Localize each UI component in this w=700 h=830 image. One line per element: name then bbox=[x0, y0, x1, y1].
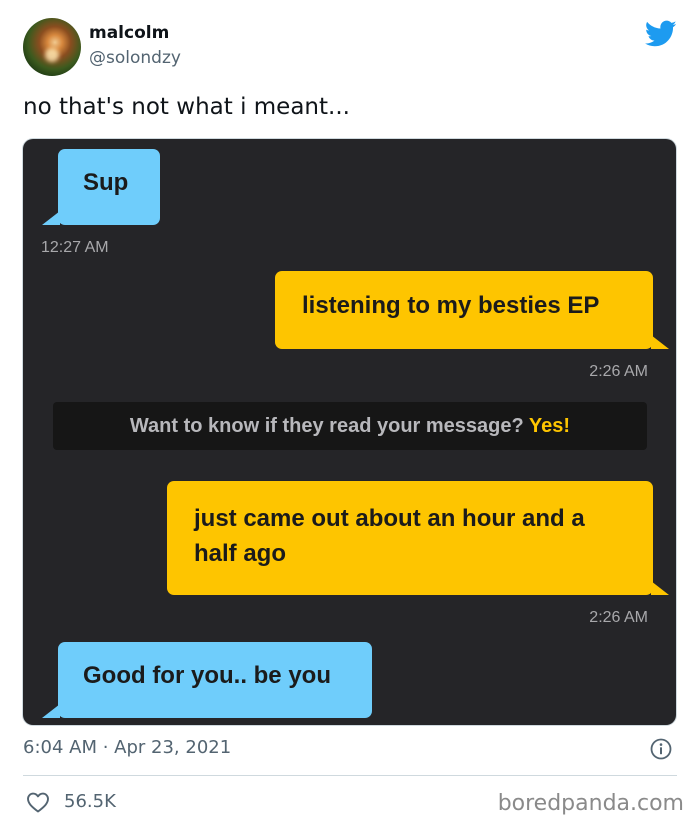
incoming-message-bubble: Good for you.. be you bbox=[42, 642, 372, 718]
bubble-tail bbox=[42, 704, 60, 718]
avatar[interactable] bbox=[23, 18, 81, 76]
user-handle[interactable]: @solondzy bbox=[89, 47, 181, 69]
tweet-timestamp[interactable]: 6:04 AM · Apr 23, 2021 bbox=[23, 736, 231, 760]
message-timestamp: 2:26 AM bbox=[589, 609, 648, 626]
like-count[interactable]: 56.5K bbox=[64, 790, 116, 814]
outgoing-message-bubble: listening to my besties EP bbox=[275, 271, 669, 349]
message-text: Good for you.. be you bbox=[83, 662, 331, 689]
incoming-message-bubble: Sup bbox=[42, 149, 160, 225]
chat-screenshot: Sup 12:27 AM listening to my besties EP … bbox=[23, 139, 676, 725]
message-text: Sup bbox=[83, 169, 129, 196]
bubble-tail bbox=[42, 211, 60, 225]
message-timestamp: 2:26 AM bbox=[589, 363, 648, 380]
info-icon[interactable] bbox=[650, 738, 672, 760]
twitter-bird-icon[interactable] bbox=[645, 20, 677, 48]
avatar-highlight bbox=[45, 48, 59, 62]
user-display-name[interactable]: malcolm bbox=[89, 22, 169, 44]
bubble-tail bbox=[651, 335, 669, 349]
watermark: boredpanda.com bbox=[497, 791, 684, 816]
bubble-tail bbox=[651, 581, 669, 595]
read-receipt-yes-button[interactable]: Yes! bbox=[529, 415, 570, 437]
message-text: listening to my besties EP bbox=[302, 292, 600, 319]
outgoing-message-bubble: just came out about an hour and a half a… bbox=[167, 481, 669, 595]
read-receipt-banner: Want to know if they read your message? … bbox=[53, 402, 647, 450]
message-text: just came out about an hour and a half a… bbox=[194, 505, 585, 567]
footer-divider bbox=[23, 775, 677, 776]
message-timestamp: 12:27 AM bbox=[41, 239, 109, 256]
read-receipt-prompt: Want to know if they read your message? bbox=[129, 415, 524, 437]
heart-icon[interactable] bbox=[26, 791, 50, 813]
tweet-text: no that's not what i meant... bbox=[23, 94, 350, 120]
